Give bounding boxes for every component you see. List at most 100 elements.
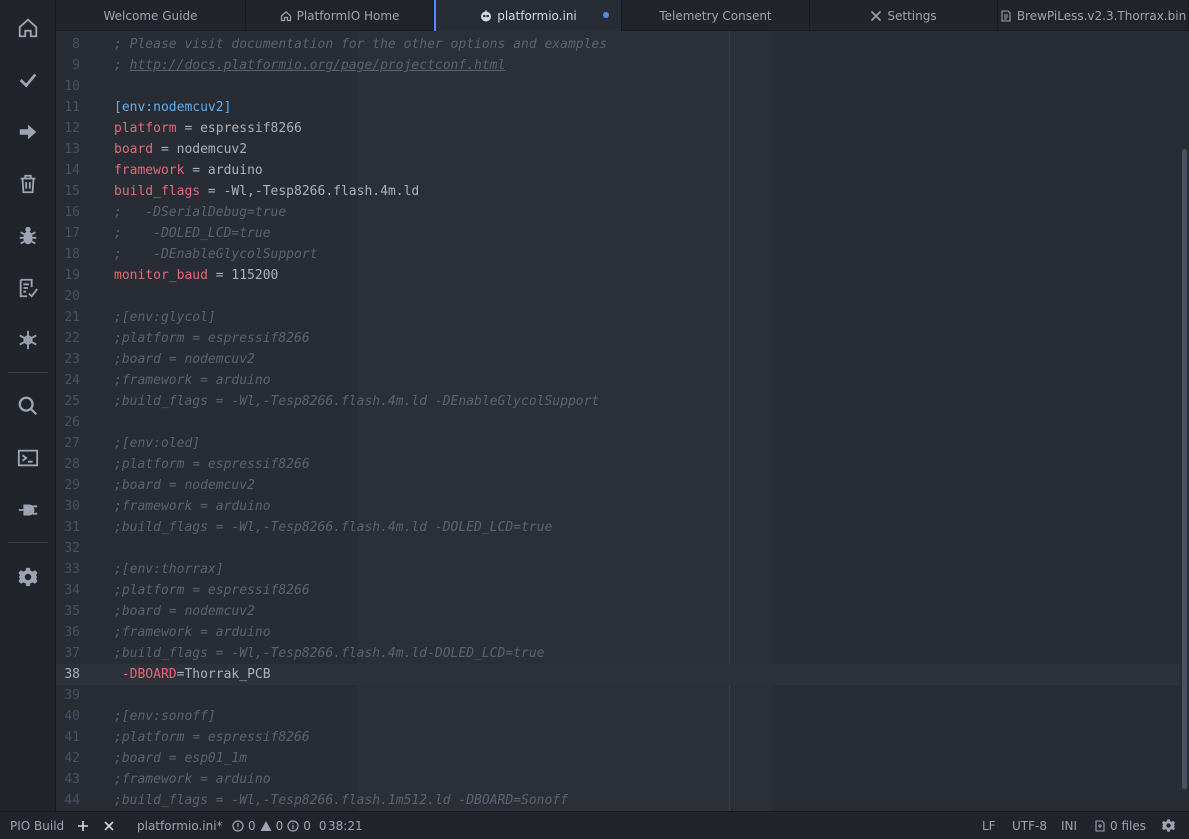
code-line[interactable]: 40 ;[env:sonoff] [56,706,1180,727]
token-comment: ;platform = espressif8266 [114,730,310,745]
tab-platformio-ini[interactable]: platformio.ini [434,0,622,31]
code-line[interactable]: 29 ;board = nodemcuv2 [56,475,1180,496]
home-icon[interactable] [0,8,56,48]
line-content: -DBOARD=Thorrak_PCB [114,664,271,685]
current-file-name[interactable]: platformio.ini* [137,812,223,839]
encoding-label: UTF-8 [1012,818,1047,833]
project-tasks-icon[interactable] [0,320,56,360]
line-number: 43 [64,772,80,787]
clean-trash-icon[interactable] [0,164,56,204]
tab-label: PlatformIO Home [296,8,400,23]
code-line[interactable]: 13 board = nodemcuv2 [56,139,1180,160]
code-line[interactable]: 31 ;build_flags = -Wl,-Tesp8266.flash.4m.… [56,517,1180,538]
line-number: 11 [64,100,80,115]
test-checklist-icon[interactable] [0,268,56,308]
tab-binary-file[interactable]: BrewPiLess.v2.3.Thorrax.bin [998,0,1189,31]
line-number: 26 [64,415,80,430]
code-line[interactable]: 38 -DBOARD=Thorrak_PCB [56,664,1180,685]
line-content: ; http://docs.platformio.org/page/projec… [114,55,505,76]
code-line[interactable]: 35 ;board = nodemcuv2 [56,601,1180,622]
code-line[interactable]: 16 ; -DSerialDebug=true [56,202,1180,223]
code-line[interactable]: 12 platform = espressif8266 [56,118,1180,139]
line-number: 28 [64,457,80,472]
toolbar-separator [8,542,48,543]
token-comment: ; [114,58,130,73]
pio-build-panel-toggle[interactable]: PIO Build [10,812,64,839]
git-changed-files[interactable]: 0 files [1094,812,1146,839]
code-line[interactable]: 18 ; -DEnableGlycolSupport [56,244,1180,265]
line-number: 27 [64,436,80,451]
new-terminal-button[interactable] [77,812,89,839]
token-link[interactable]: http://docs.platformio.org/page/projectc… [130,58,506,73]
code-editor[interactable]: 8 ; Please visit documentation for the ot… [56,31,1180,811]
settings-gear-icon[interactable] [0,557,56,597]
encoding-selector[interactable]: UTF-8 [1012,812,1047,839]
code-line[interactable]: 30 ;framework = arduino [56,496,1180,517]
code-line[interactable]: 41 ;platform = espressif8266 [56,727,1180,748]
serial-plug-icon[interactable] [0,490,56,530]
code-line[interactable]: 10 [56,76,1180,97]
token-comment: ; -DEnableGlycolSupport [114,247,318,262]
line-number: 33 [64,562,80,577]
search-icon[interactable] [0,386,56,426]
code-line[interactable]: 27 ;[env:oled] [56,433,1180,454]
code-line[interactable]: 43 ;framework = arduino [56,769,1180,790]
diagnostics-summary[interactable]: 0 0 0 0 [232,812,327,839]
line-number: 36 [64,625,80,640]
code-line[interactable]: 36 ;framework = arduino [56,622,1180,643]
warning-icon [260,820,272,831]
settings-button[interactable] [1161,812,1176,839]
code-line[interactable]: 26 [56,412,1180,433]
code-line[interactable]: 17 ; -DOLED_LCD=true [56,223,1180,244]
code-line[interactable]: 9; http://docs.platformio.org/page/proje… [56,55,1180,76]
line-number: 18 [64,247,80,262]
code-line[interactable]: 14 framework = arduino [56,160,1180,181]
code-line[interactable]: 23 ;board = nodemcuv2 [56,349,1180,370]
terminal-icon[interactable] [0,438,56,478]
cursor-position[interactable]: 38:21 [328,812,363,839]
code-line[interactable]: 21 ;[env:glycol] [56,307,1180,328]
line-content: ;[env:oled] [114,433,200,454]
token-text: =Thorrak_PCB [176,667,271,682]
code-line[interactable]: 15 build_flags = -Wl,-Tesp8266.flash.4m.l… [56,181,1180,202]
cursor-position-label: 38:21 [328,818,363,833]
tab-settings[interactable]: Settings [810,0,998,31]
tab-platformio-home[interactable]: PlatformIO Home [246,0,434,31]
line-number: 38 [64,667,80,682]
editor-vertical-scrollbar[interactable] [1180,31,1189,811]
tab-label: platformio.ini [497,8,577,23]
tools-icon [870,10,882,22]
line-content: ;framework = arduino [114,769,271,790]
code-line[interactable]: 19 monitor_baud = 115200 [56,265,1180,286]
line-content: ; -DSerialDebug=true [114,202,286,223]
debug-bug-icon[interactable] [0,216,56,256]
grammar-selector[interactable]: INI [1061,812,1077,839]
code-line[interactable]: 44 ;build_flags = -Wl,-Tesp8266.flash.1m5… [56,790,1180,811]
code-line[interactable]: 33 ;[env:thorrax] [56,559,1180,580]
code-line[interactable]: 28 ;platform = espressif8266 [56,454,1180,475]
line-number: 34 [64,583,80,598]
build-check-icon[interactable] [0,60,56,100]
code-line[interactable]: 24 ;framework = arduino [56,370,1180,391]
line-number: 40 [64,709,80,724]
scrollbar-thumb[interactable] [1182,149,1187,789]
code-line[interactable]: 25 ;build_flags = -Wl,-Tesp8266.flash.4m.… [56,391,1180,412]
code-line[interactable]: 32 [56,538,1180,559]
code-line[interactable]: 37 ;build_flags = -Wl,-Tesp8266.flash.4m.… [56,643,1180,664]
upload-arrow-icon[interactable] [0,112,56,152]
code-line[interactable]: 11 [env:nodemcuv2] [56,97,1180,118]
code-line[interactable]: 22 ;platform = espressif8266 [56,328,1180,349]
tab-welcome-guide[interactable]: Welcome Guide [56,0,246,31]
line-ending-selector[interactable]: LF [982,812,996,839]
close-terminal-button[interactable] [103,812,115,839]
code-line[interactable]: 8 ; Please visit documentation for the ot… [56,34,1180,55]
code-line[interactable]: 34 ;platform = espressif8266 [56,580,1180,601]
token-comment: ; Please visit documentation for the oth… [114,37,608,52]
code-line[interactable]: 20 [56,286,1180,307]
error-count: 0 [248,818,256,833]
code-line[interactable]: 39 [56,685,1180,706]
code-line[interactable]: 42 ;board = esp01_1m [56,748,1180,769]
line-number: 16 [64,205,80,220]
tab-telemetry-consent[interactable]: Telemetry Consent [622,0,810,31]
token-comment: ;[env:thorrax] [114,562,224,577]
